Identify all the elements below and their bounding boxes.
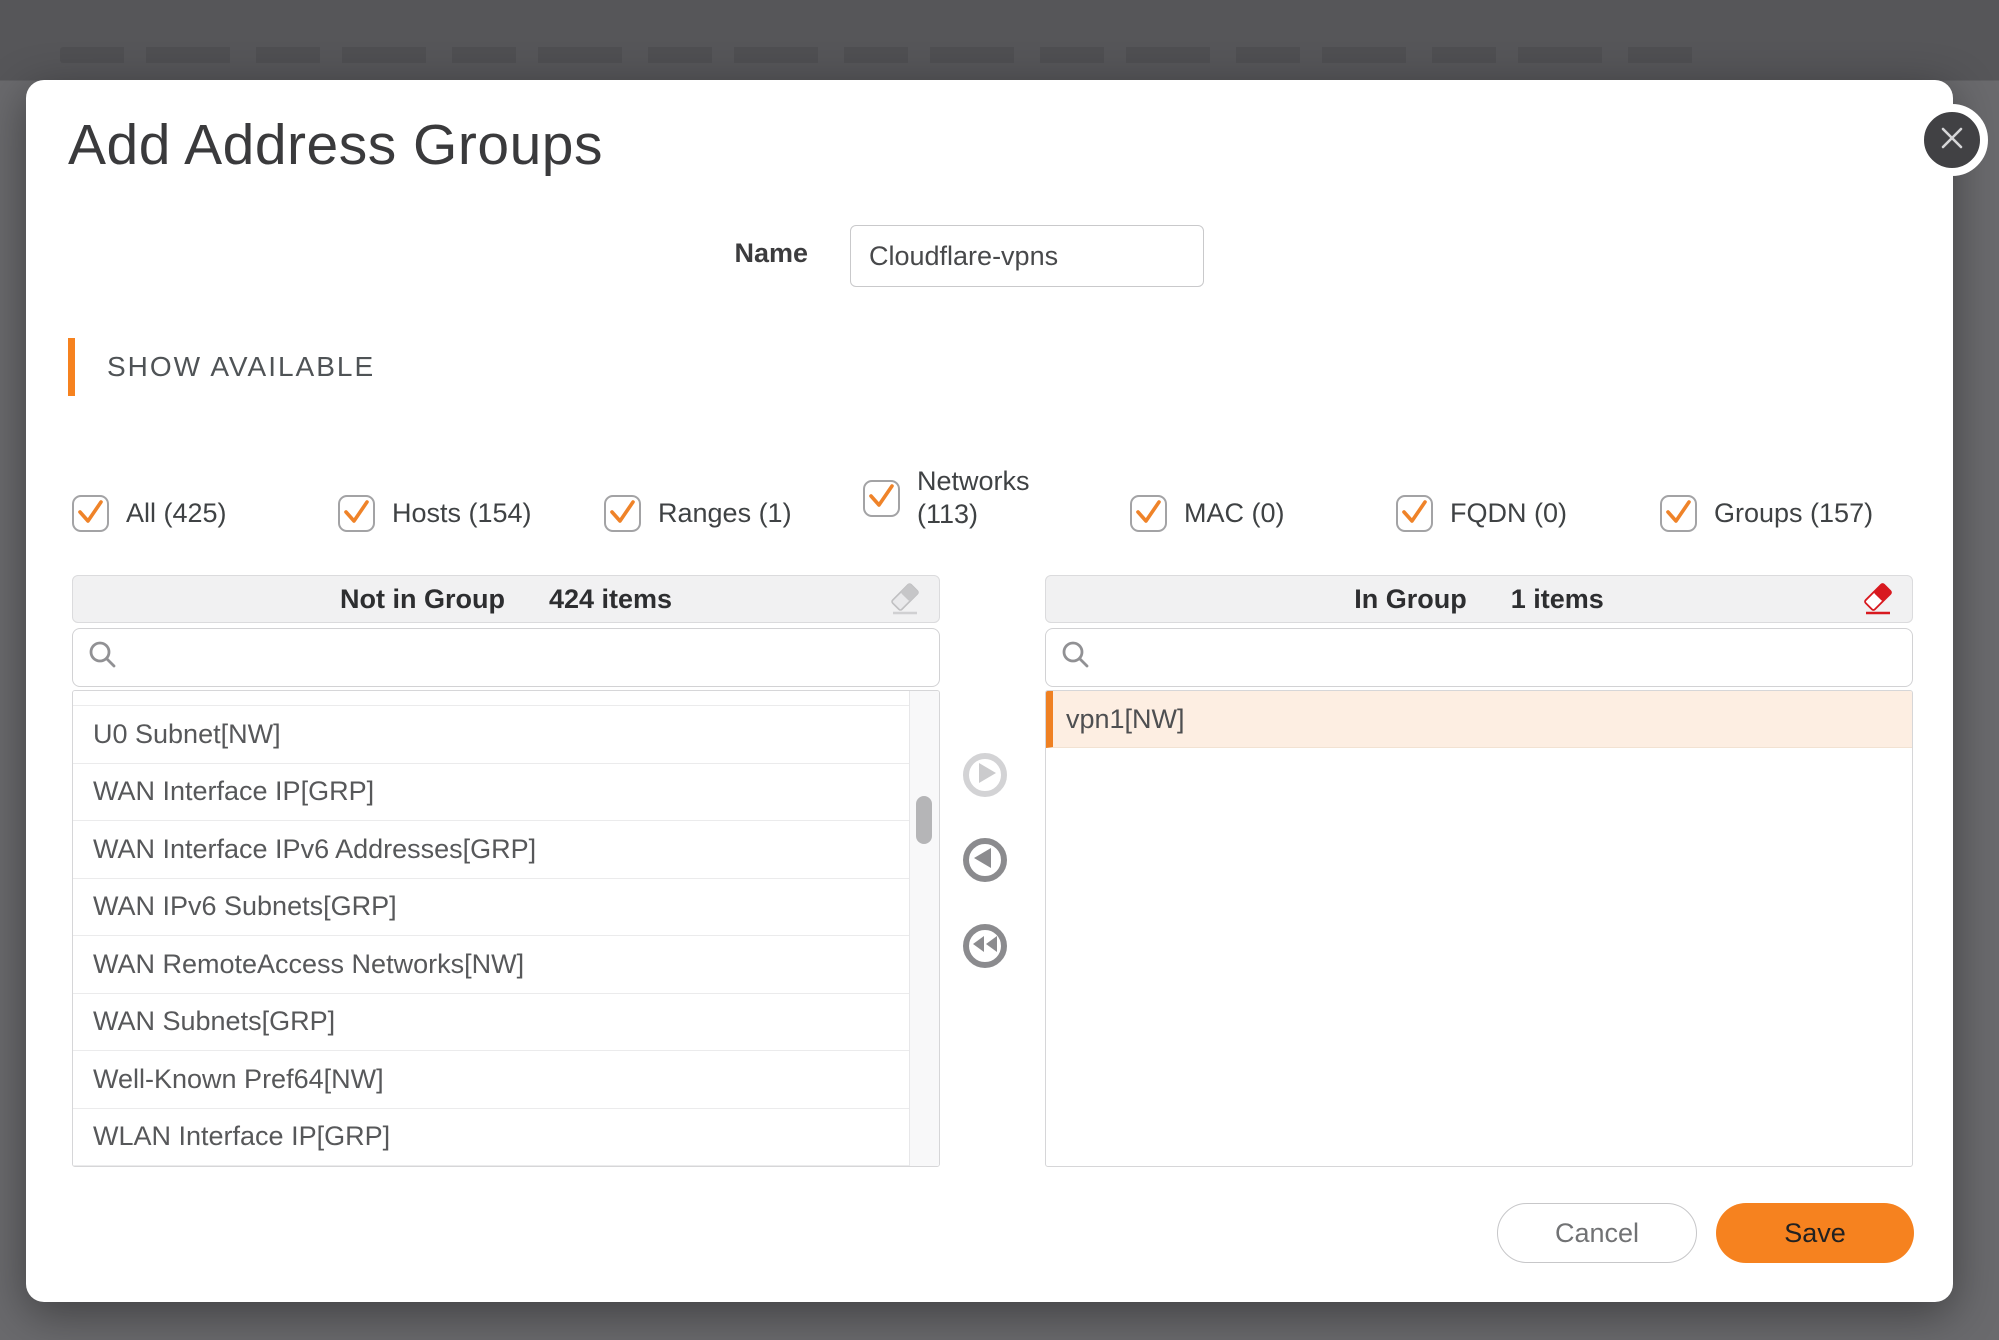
scrollbar-thumb[interactable] [916,796,932,844]
list-item[interactable]: WLAN Interface IP[GRP] [73,1109,909,1167]
filter-label: Networks [917,465,1030,498]
filter-label: All (425) [126,497,227,530]
in-group-header: In Group 1 items [1045,575,1913,623]
panel-count: 424 items [549,584,672,615]
dimmed-background-content [60,47,1700,63]
clear-search-button[interactable] [885,580,925,620]
scrollbar-track[interactable] [909,691,939,1166]
add-address-groups-dialog: Add Address Groups Name SHOW AVAILABLE A… [26,80,1953,1302]
cancel-button[interactable]: Cancel [1497,1203,1697,1263]
clear-group-button[interactable] [1858,580,1898,620]
filter-mac: MAC (0) [1130,495,1285,532]
checkbox-networks[interactable] [863,480,900,517]
search-icon [73,639,129,676]
not-in-group-panel: Not in Group 424 items [72,575,940,1167]
list-item-selected[interactable]: vpn1[NW] [1046,691,1912,748]
list-item[interactable]: WAN Interface IP[GRP] [73,764,909,822]
check-icon [1660,493,1697,535]
list-item-partial [73,691,909,706]
check-icon [72,493,109,535]
panel-title: In Group [1354,584,1466,615]
filter-label: Groups (157) [1714,497,1873,530]
panel-count: 1 items [1511,584,1604,615]
in-group-list: vpn1[NW] [1045,690,1913,1167]
check-icon [604,493,641,535]
filter-label: Hosts (154) [392,497,532,530]
list-item[interactable]: WAN IPv6 Subnets[GRP] [73,879,909,937]
filter-hosts: Hosts (154) [338,495,532,532]
name-field-label: Name [626,238,808,269]
move-left-button[interactable] [963,838,1007,882]
not-in-group-header: Not in Group 424 items [72,575,940,623]
move-right-button[interactable] [963,753,1007,797]
section-accent-bar [68,338,75,396]
list-item[interactable]: WAN Interface IPv6 Addresses[GRP] [73,821,909,879]
check-icon [1396,493,1433,535]
filter-label: MAC (0) [1184,497,1285,530]
not-in-group-search [72,628,940,687]
arrow-right-icon [969,757,1001,794]
filter-fqdn: FQDN (0) [1396,495,1567,532]
save-button[interactable]: Save [1716,1203,1914,1263]
list-item[interactable]: Well-Known Pref64[NW] [73,1051,909,1109]
search-icon [1046,639,1102,676]
filter-groups: Groups (157) [1660,495,1873,532]
checkbox-ranges[interactable] [604,495,641,532]
search-input[interactable] [1102,629,1912,686]
arrow-left-icon [969,842,1001,879]
checkbox-all[interactable] [72,495,109,532]
close-icon [1935,121,1969,160]
section-title: SHOW AVAILABLE [107,351,375,383]
check-icon [1130,493,1167,535]
checkbox-groups[interactable] [1660,495,1697,532]
checkbox-mac[interactable] [1130,495,1167,532]
eraser-icon [1858,607,1898,624]
check-icon [863,477,900,519]
in-group-search [1045,628,1913,687]
double-arrow-left-icon [969,928,1001,965]
check-icon [338,493,375,535]
not-in-group-list: U0 Subnet[NW] WAN Interface IP[GRP] WAN … [72,690,940,1167]
in-group-panel: In Group 1 items [1045,575,1913,1167]
page-title: Add Address Groups [68,112,603,178]
panel-title: Not in Group [340,584,505,615]
list-item[interactable]: U0 Subnet[NW] [73,706,909,764]
filter-label: FQDN (0) [1450,497,1567,530]
filter-ranges: Ranges (1) [604,495,792,532]
move-all-left-button[interactable] [963,924,1007,968]
list-item[interactable]: WAN Subnets[GRP] [73,994,909,1052]
name-input[interactable] [850,225,1204,287]
filter-all: All (425) [72,495,227,532]
checkbox-fqdn[interactable] [1396,495,1433,532]
list-item[interactable]: WAN RemoteAccess Networks[NW] [73,936,909,994]
filter-networks: Networks(113) [863,465,1030,531]
close-button[interactable] [1916,104,1988,176]
checkbox-hosts[interactable] [338,495,375,532]
filter-label: Ranges (1) [658,497,792,530]
search-input[interactable] [129,629,939,686]
eraser-icon [885,607,925,624]
